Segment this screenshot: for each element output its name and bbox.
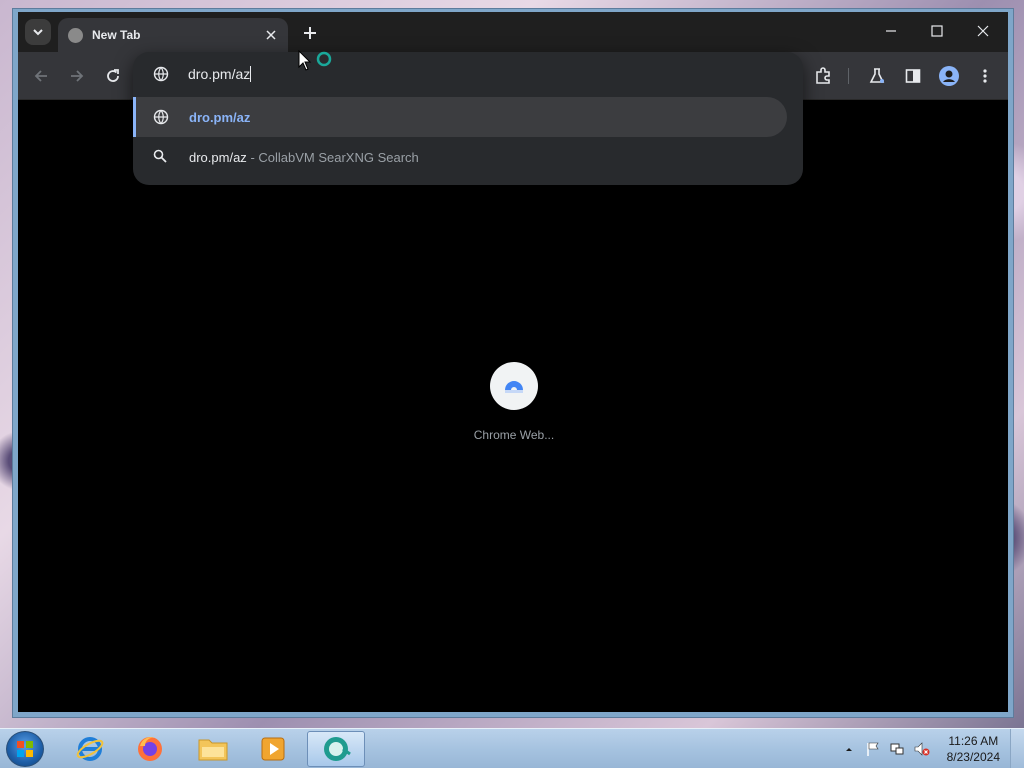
taskbar: 11:26 AM 8/23/2024 xyxy=(0,728,1024,768)
globe-icon xyxy=(153,66,169,82)
suggestion-text: dro.pm/az xyxy=(189,110,251,125)
system-tray xyxy=(843,729,931,768)
taskbar-firefox[interactable] xyxy=(122,731,178,767)
close-window-button[interactable] xyxy=(968,20,998,42)
taskbar-internet-explorer[interactable] xyxy=(62,731,118,767)
chrome-window: New Tab Chrome Web... dro.pm/az dro.pm/a… xyxy=(12,8,1014,718)
taskbar-media-player[interactable] xyxy=(245,731,301,767)
chevron-up-icon[interactable] xyxy=(843,743,855,755)
tab-title: New Tab xyxy=(92,28,141,42)
maximize-icon xyxy=(931,25,943,37)
menu-button[interactable] xyxy=(973,64,997,88)
chrome-frame: New Tab Chrome Web... dro.pm/az dro.pm/a… xyxy=(18,12,1008,712)
action-center-flag-icon[interactable] xyxy=(865,741,881,757)
page-content: Chrome Web... xyxy=(18,100,1008,712)
tab-new-tab[interactable]: New Tab xyxy=(58,18,288,52)
media-player-icon xyxy=(261,737,285,761)
taskbar-clock[interactable]: 11:26 AM 8/23/2024 xyxy=(947,733,1000,765)
arrow-right-icon xyxy=(71,70,84,82)
puzzle-icon xyxy=(816,67,830,84)
start-button[interactable] xyxy=(6,731,44,767)
kebab-menu-icon xyxy=(983,69,987,83)
side-panel-button[interactable] xyxy=(901,64,925,88)
avatar-icon xyxy=(939,66,959,86)
new-tab-button[interactable] xyxy=(299,22,321,44)
reload-button[interactable] xyxy=(101,64,125,88)
toolbar-divider xyxy=(848,68,849,84)
chrome-web-store-icon xyxy=(505,381,523,393)
profile-button[interactable] xyxy=(937,64,961,88)
tab-search-button[interactable] xyxy=(25,19,51,45)
search-icon xyxy=(153,149,167,163)
clock-date: 8/23/2024 xyxy=(946,750,1000,764)
globe-icon xyxy=(68,28,83,43)
back-button[interactable] xyxy=(29,64,53,88)
suggestion-subtext: - CollabVM SearXNG Search xyxy=(250,150,419,165)
shortcut-label: Chrome Web... xyxy=(473,428,555,442)
folder-icon xyxy=(198,739,228,761)
browser-app-icon xyxy=(324,737,351,761)
extensions-button[interactable] xyxy=(811,64,835,88)
flask-icon xyxy=(869,68,885,83)
close-icon xyxy=(266,30,276,40)
clock-time: 11:26 AM xyxy=(948,734,999,748)
taskbar-chrome-active[interactable] xyxy=(307,731,365,767)
chevron-down-icon xyxy=(33,29,43,36)
show-desktop-button[interactable] xyxy=(1010,729,1024,768)
suggestion-text: dro.pm/az xyxy=(189,150,247,165)
omnibox-suggestion-url[interactable]: dro.pm/az xyxy=(133,97,787,137)
tab-strip: New Tab xyxy=(18,12,1008,52)
shortcut-chrome-web-store[interactable]: Chrome Web... xyxy=(458,362,570,452)
minimize-button[interactable] xyxy=(876,20,906,42)
omnibox-suggestion-search[interactable]: dro.pm/az - CollabVM SearXNG Search xyxy=(133,137,787,177)
labs-button[interactable] xyxy=(865,64,889,88)
taskbar-file-explorer[interactable] xyxy=(185,731,241,767)
omnibox-dropdown: dro.pm/az dro.pm/az dro.pm/az - CollabVM… xyxy=(133,52,803,185)
forward-button[interactable] xyxy=(65,64,89,88)
busy-cursor-icon xyxy=(298,49,334,83)
internet-explorer-icon xyxy=(76,737,104,761)
shortcut-icon xyxy=(490,362,538,410)
firefox-icon xyxy=(138,737,162,761)
globe-icon xyxy=(153,109,169,125)
omnibox-input[interactable]: dro.pm/az xyxy=(133,52,803,96)
text-caret xyxy=(250,66,252,82)
close-icon xyxy=(977,25,989,37)
minimize-icon xyxy=(886,30,896,32)
side-panel-icon xyxy=(905,69,921,83)
reload-icon xyxy=(107,69,119,82)
omnibox-value: dro.pm/az xyxy=(188,66,251,82)
volume-muted-icon[interactable] xyxy=(913,741,931,757)
tab-close-button[interactable] xyxy=(262,26,280,44)
maximize-button[interactable] xyxy=(922,20,952,42)
network-icon[interactable] xyxy=(889,741,905,757)
plus-icon xyxy=(304,27,316,39)
arrow-left-icon xyxy=(34,70,47,82)
windows-logo-icon xyxy=(17,741,33,757)
